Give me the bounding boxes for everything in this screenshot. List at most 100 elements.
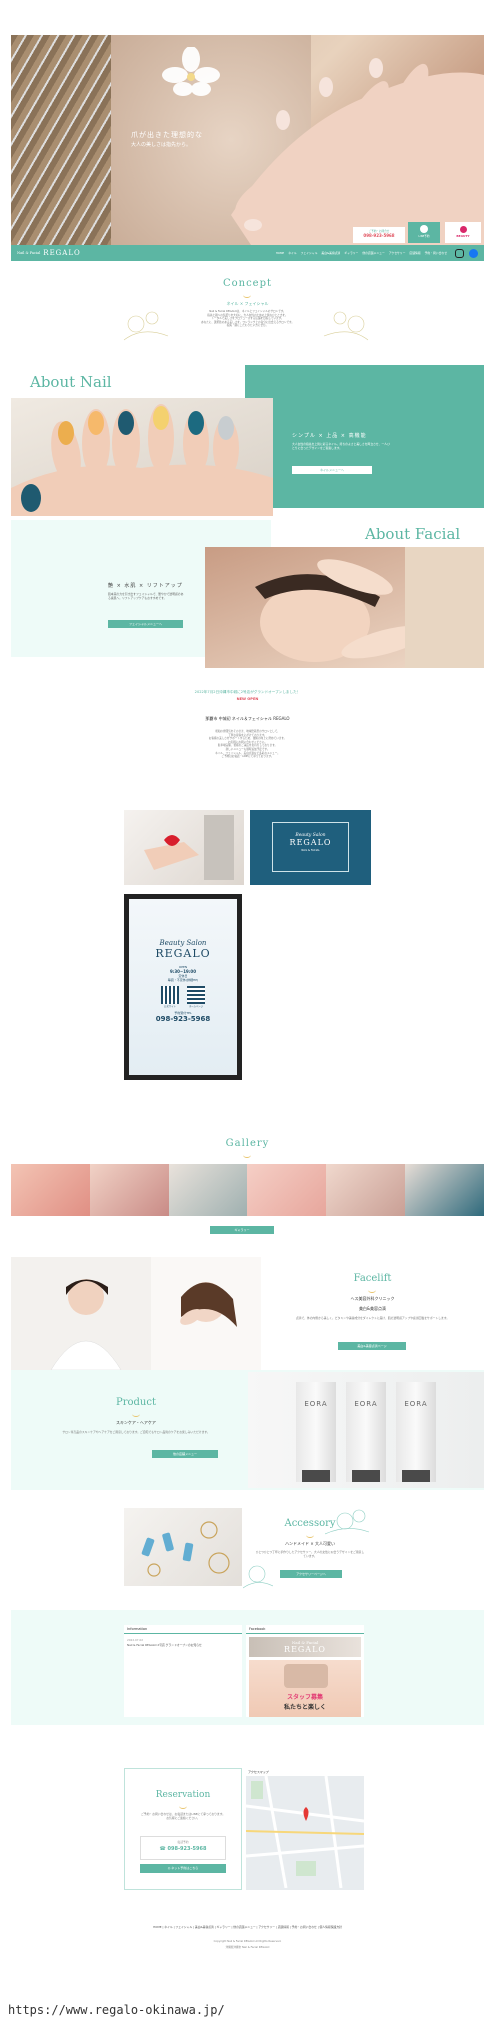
accessory-button[interactable]: アクセサリーページへ [280, 1570, 342, 1578]
line-cta-label: LINE予約 [418, 235, 430, 238]
facebook-post-image[interactable]: スタッフ募集 私たちと楽しく [249, 1660, 361, 1717]
hero-hand-image [211, 35, 484, 245]
tel-cta-number: 098-923-5968 [363, 233, 395, 238]
poster-qr2-label: ホームページ [188, 1005, 204, 1008]
info-title: Information [124, 1625, 242, 1634]
product-brand: EORA [354, 1400, 378, 1408]
gallery-ornament-icon [243, 1152, 251, 1158]
poster-title: Beauty Salon [159, 939, 207, 947]
gallery-thumb[interactable] [89, 1164, 169, 1216]
nav-other-menu[interactable]: 他の店舗メニュー [362, 251, 384, 255]
hero-tagline-1: 爪が出きた理想的な [131, 131, 203, 139]
phone-icon: ☎ [159, 1846, 166, 1852]
logo-small[interactable]: Nail & Facial [17, 251, 40, 255]
concept-subtitle: ネイル × フェイシャル [226, 301, 269, 306]
nav-accessory[interactable]: アクセサリー [389, 251, 406, 255]
product-tube: EORA [396, 1382, 436, 1482]
gallery-thumb[interactable] [11, 1164, 90, 1216]
accessory-ornament-icon [306, 1532, 314, 1538]
reservation-ornament-icon [179, 1803, 187, 1809]
product-image: EORA EORA EORA [248, 1372, 484, 1488]
facebook-box: Facebook Nail & Facial REGALO スタッフ募集 私たち… [246, 1625, 364, 1717]
nav-gallery[interactable]: ギャラリー [344, 251, 358, 255]
beauty-cta-button[interactable]: BEAUTY [445, 222, 481, 243]
reservation-tel-box[interactable]: 電話予約 ☎ 098-923-5968 [140, 1836, 226, 1860]
info-box: Information 2022.07.02 Nail & Facial REG… [124, 1625, 242, 1717]
hero-tagline-2: 大人の美しさは指先から。 [131, 142, 192, 148]
news-badge: NEW OPEN [236, 697, 259, 701]
gallery-thumb[interactable] [168, 1164, 248, 1216]
reservation-tel: ☎ 098-923-5968 [141, 1846, 225, 1852]
nav-reservation[interactable]: 予約・問い合わせ [425, 251, 447, 255]
about-facial-button[interactable]: フェイシャルメニューへ [108, 620, 183, 628]
fb-post-text2: 私たちと楽しく [283, 1704, 326, 1711]
reservation-net-button[interactable]: ◎ ネット予約はこちら [140, 1864, 226, 1873]
instagram-icon[interactable] [455, 248, 464, 258]
facelift-image-1 [11, 1257, 151, 1370]
fb-post-text1: スタッフ募集 [286, 1694, 323, 1701]
gallery-thumb[interactable] [405, 1164, 484, 1216]
reservation-tel-number: 098-923-5968 [167, 1846, 207, 1852]
product-brand: EORA [304, 1400, 328, 1408]
nav-home[interactable]: HOME [276, 251, 285, 255]
facelift-subtitle-2: 美白&美容点滴 [358, 1306, 387, 1311]
about-nail-text: 大人女性の指先を上質に彩るネイル。持ちのよさと美しさを両立させ、一人ひとりに合っ… [292, 442, 390, 450]
logo[interactable]: REGALO [43, 249, 80, 257]
about-nail-heading: シンプル × 上品 × 高機能 [292, 433, 367, 439]
news-shop-name: 那覇市 中城初 ネイル＆フェイシャル REGALO [205, 716, 290, 721]
product-tube: EORA [346, 1382, 386, 1482]
nav-facial[interactable]: フェイシャル [301, 251, 318, 255]
map-label: アクセスマップ [246, 1768, 364, 1776]
accessory-subtitle: ハンドメイド × 大人可愛い [285, 1541, 335, 1546]
map-embed[interactable]: アクセスマップ [246, 1768, 364, 1890]
reservation-tel-label: 電話予約 [177, 1840, 189, 1844]
hero-brush-image [11, 35, 121, 245]
beauty-logo-icon [459, 226, 467, 233]
gallery-thumb[interactable] [326, 1164, 406, 1216]
footer-nav[interactable]: HOME | ネイル | フェイシャル | 美白&美容点滴 | ギャラリー | … [90, 1925, 405, 1929]
info-date: 2022.07.02 [127, 1638, 144, 1642]
facelift-title: Facelift [353, 1273, 392, 1284]
facelift-button[interactable]: 美白&美容点滴ページ [338, 1342, 406, 1350]
product-button[interactable]: 他の店舗メニュー [152, 1450, 218, 1458]
line-cta-button[interactable]: LINE予約 [408, 222, 440, 243]
qr-code-icon[interactable] [187, 986, 205, 1004]
gallery-title: Gallery [225, 1138, 270, 1149]
url-caption: https://www.regalo-okinawa.jp/ [8, 2003, 225, 2017]
reservation-text: ご予約・お問い合わせは、お電話またはLINEにて承っております。お気軽にご連絡く… [140, 1812, 226, 1820]
tel-cta-button[interactable]: ご予約・お問合せ 098-923-5968 [353, 227, 405, 243]
news-headline: 2022年7月2日沖縄市中城に2号店がグランドオープンしました！ [194, 690, 301, 694]
info-item[interactable]: Nail & Facial REGALO 2号店 グランドオープンのお知らせ [124, 1642, 242, 1648]
news-sign-image: Beauty Salon REGALO NAIL & FACIAL [250, 810, 371, 885]
concept-text: Nail & Facial REGALOは、ネイルとフェイシャルのサロンです。 … [150, 310, 345, 328]
nav-shop-info[interactable]: 店舗情報 [409, 251, 420, 255]
nav-drip[interactable]: 美白&美容点滴 [321, 251, 340, 255]
facelift-ornament-icon [368, 1287, 376, 1293]
qr-code-icon[interactable] [161, 986, 179, 1004]
concept-ornament-icon [243, 292, 251, 298]
facebook-banner[interactable]: Nail & Facial REGALO [249, 1637, 361, 1657]
product-ornament-icon [132, 1411, 140, 1417]
facelift-text: 点滴で、体の内側から美しく。ビタミンや美容成分をダイレクトに届け、肌の透明感アッ… [295, 1316, 450, 1320]
line-icon [420, 225, 428, 233]
about-facial-text: 肌本来の力を引き出すフェイシャルで、艶やかで透明感のある素肌へ。リフトアップケア… [108, 592, 184, 600]
concept-title: Concept [222, 278, 273, 289]
about-nail-title: About Nail [30, 373, 112, 391]
about-nail-button[interactable]: ネイルメニューへ [292, 466, 372, 474]
poster-closed: 毎週・不定休(詳細HP) [167, 978, 199, 982]
accessory-image [124, 1508, 242, 1586]
news-feet-image [124, 810, 244, 885]
beauty-cta-label: BEAUTY [456, 234, 470, 238]
facebook-icon[interactable] [469, 248, 478, 258]
product-tube: EORA [296, 1382, 336, 1482]
news-line: ご予約はお電話・LINEにて承っております。 [221, 755, 274, 759]
globe-icon: ◎ [167, 1866, 171, 1870]
hero: 爪が出きた理想的な 大人の美しさは指先から。 ご予約・お問合せ 098-923-… [11, 35, 484, 245]
accessory-ornament-image-2 [243, 1560, 273, 1590]
concept-line: 指先・顔にこだわりたい方にぜひ。 [226, 324, 269, 328]
gallery-thumb[interactable] [247, 1164, 327, 1216]
nav-nail[interactable]: ネイル [288, 251, 296, 255]
facelift-image-2 [151, 1257, 261, 1370]
gallery-button[interactable]: ギャラリー [210, 1226, 274, 1234]
accessory-text: ひとつひとつ丁寧に手作りしたアクセサリー。大人の女性に似合うデザインをご用意して… [255, 1550, 365, 1558]
